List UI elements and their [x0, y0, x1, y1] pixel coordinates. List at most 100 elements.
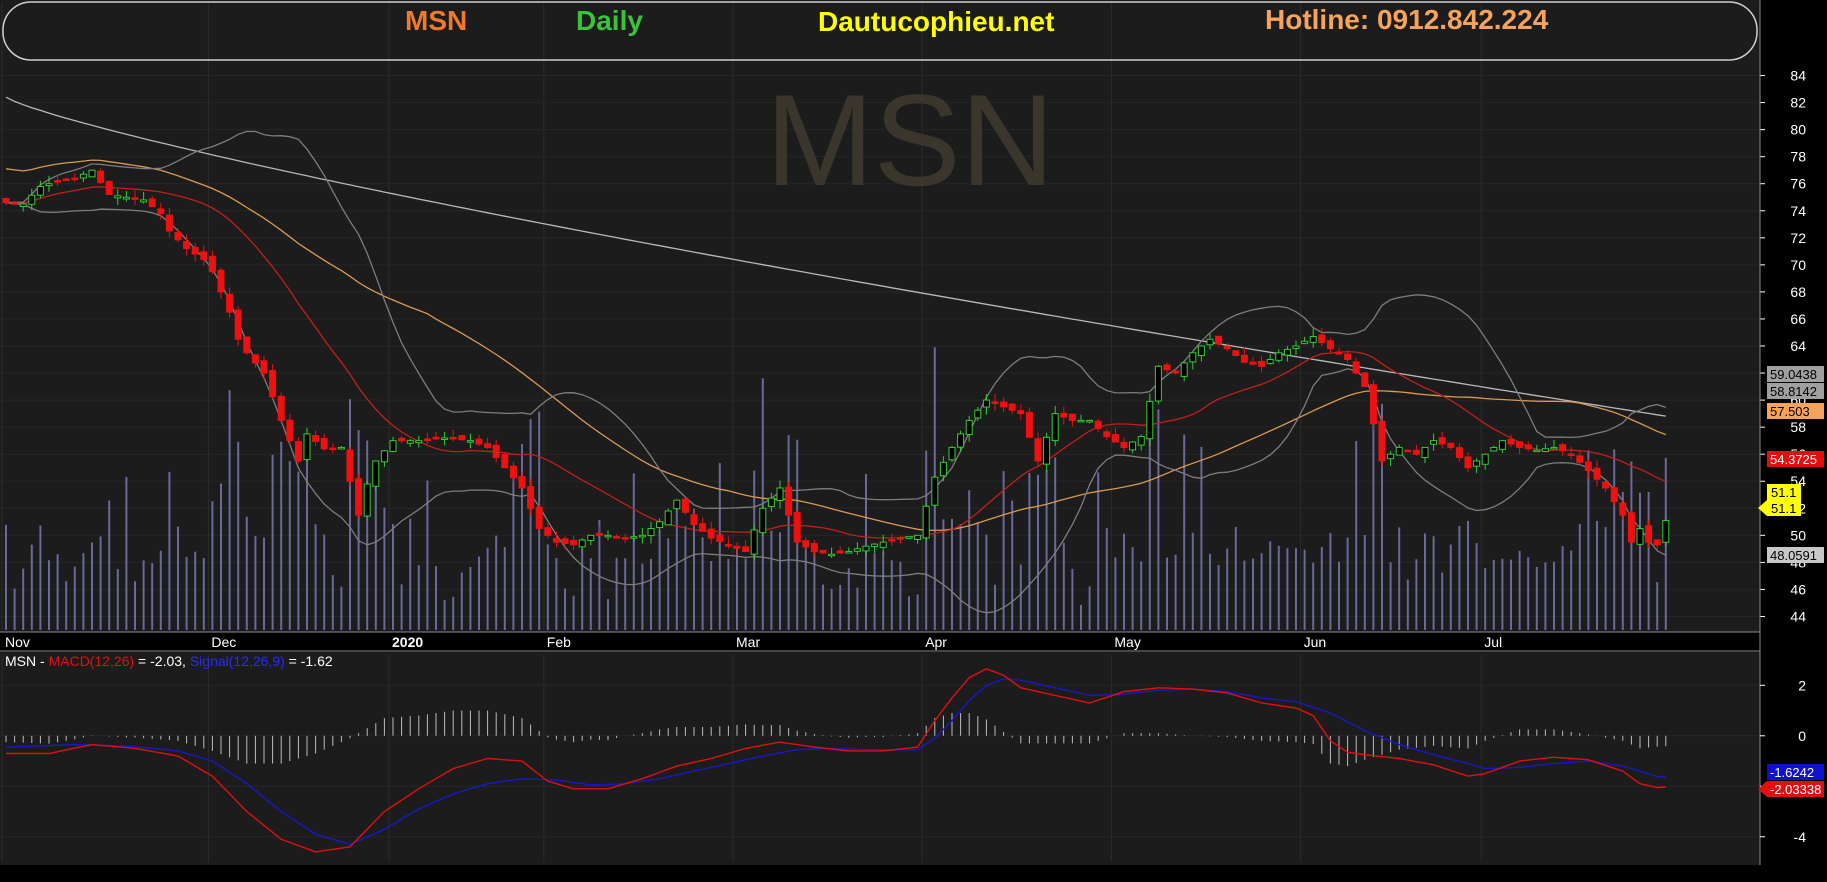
candle-body: [1550, 446, 1558, 450]
candle-body: [157, 208, 165, 214]
candle-body: [1318, 334, 1326, 344]
candle-body: [1593, 467, 1601, 480]
candle-body: [673, 499, 681, 510]
candle-body: [578, 539, 586, 548]
x-axis-label: Jul: [1484, 634, 1502, 650]
candle-body: [1507, 438, 1515, 445]
candle-body: [690, 514, 698, 526]
macd-legend-value: = -2.03,: [134, 653, 190, 669]
candle-body: [492, 444, 500, 459]
candle-body: [871, 543, 879, 548]
candle-body: [802, 540, 810, 548]
candle-body: [114, 195, 122, 199]
candle-body: [1567, 453, 1575, 456]
candle-body: [535, 506, 543, 530]
candle-body: [226, 293, 234, 313]
candle-body: [1137, 436, 1145, 446]
price-axis-label: 72: [1790, 230, 1806, 246]
candle-body: [1154, 365, 1162, 402]
candle-body: [613, 536, 621, 539]
candle-body: [441, 437, 449, 440]
symbol-title: MSN: [405, 5, 467, 36]
candle-body: [1387, 453, 1395, 460]
candle-body: [914, 534, 922, 540]
candle-body: [140, 199, 148, 203]
candle-body: [1172, 370, 1180, 374]
candle-body: [1275, 352, 1283, 361]
candle-body: [724, 544, 732, 547]
candle-body: [1524, 444, 1532, 450]
candle-body: [380, 450, 388, 463]
candle-body: [1412, 449, 1420, 455]
candle-body: [759, 507, 767, 534]
candle-body: [518, 476, 526, 489]
watermark: MSN: [766, 67, 1055, 213]
price-axis-label: 58: [1790, 419, 1806, 435]
candle-body: [1189, 352, 1197, 363]
candle-body: [1206, 338, 1214, 346]
candle-body: [1000, 401, 1008, 408]
candle-body: [45, 183, 53, 187]
candle-body: [432, 436, 440, 440]
candle-body: [1077, 419, 1085, 423]
candle-body: [1645, 525, 1653, 543]
candle-body: [845, 551, 853, 554]
candle-body: [509, 465, 517, 479]
candle-body: [1051, 413, 1059, 442]
candle-body: [561, 538, 569, 544]
close-tag-a: 51.1: [1771, 485, 1796, 500]
candle-body: [1361, 372, 1369, 388]
candle-body: [320, 437, 328, 450]
candle-body: [905, 536, 913, 539]
candle-body: [1292, 345, 1300, 349]
candle-body: [131, 197, 139, 200]
candle-body: [105, 180, 113, 196]
stock-chart: MSN 444648505254565860626466687072747678…: [0, 0, 1827, 882]
candle-body: [647, 528, 655, 537]
candle-body: [716, 534, 724, 542]
candle-body: [656, 521, 664, 529]
candle-body: [329, 447, 337, 451]
candle-body: [1043, 436, 1051, 465]
candle-body: [165, 214, 173, 232]
candle-body: [466, 440, 474, 443]
candle-body: [552, 538, 560, 543]
candle-body: [828, 553, 836, 557]
candle-body: [1163, 364, 1171, 371]
candle-body: [1627, 512, 1635, 543]
candle-body: [793, 511, 801, 543]
candle-body: [337, 446, 345, 450]
candle-body: [1464, 456, 1472, 469]
candle-body: [1309, 336, 1317, 343]
x-axis-label: 2020: [392, 634, 423, 650]
macd-axis-label: 0: [1798, 728, 1806, 744]
candle-body: [1197, 345, 1205, 357]
macd-axis-label: -4: [1794, 829, 1807, 845]
candle-body: [234, 309, 242, 340]
candle-body: [664, 510, 672, 526]
candle-body: [785, 486, 793, 516]
macd-legend-label: MACD(12,26): [49, 653, 135, 669]
x-axis-label: Apr: [925, 634, 947, 650]
candle-body: [449, 436, 457, 440]
price-axis-label: 46: [1790, 581, 1806, 597]
ma50-tag: 57.503: [1770, 404, 1810, 419]
candle-body: [699, 523, 707, 532]
candle-body: [733, 545, 741, 549]
candle-body: [896, 537, 904, 540]
candle-body: [1662, 519, 1670, 543]
candle-body: [1602, 481, 1610, 489]
candle-body: [810, 543, 818, 553]
hotline-text: Hotline: 0912.842.224: [1265, 4, 1549, 35]
candle-body: [19, 203, 27, 207]
candle-body: [931, 476, 939, 506]
candle-body: [1025, 411, 1033, 438]
candle-body: [1533, 449, 1541, 453]
candle-body: [544, 527, 552, 536]
price-axis-label: 76: [1790, 176, 1806, 192]
candle-body: [1395, 446, 1403, 456]
candle-body: [1146, 400, 1154, 440]
candle-body: [638, 534, 646, 538]
candle-body: [269, 370, 277, 398]
candle-body: [1232, 350, 1240, 356]
